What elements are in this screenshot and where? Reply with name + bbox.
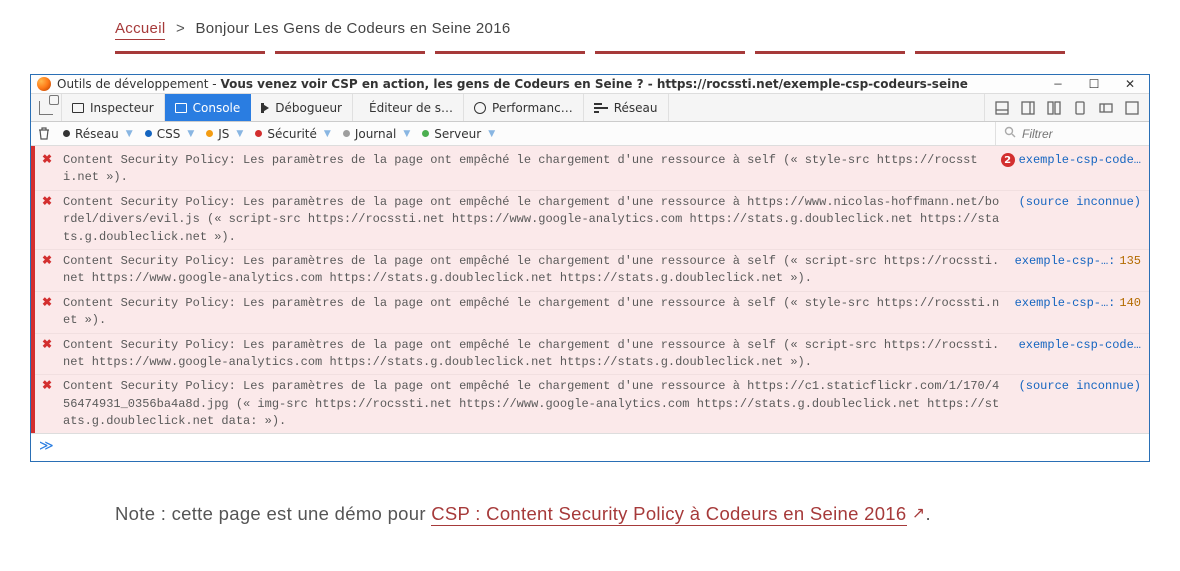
console-filter-bar: Réseau▼ CSS▼ JS▼ Sécurité▼ Journal▼ Serv… — [31, 122, 1149, 146]
devtools-window: Outils de développement - Vous venez voi… — [30, 74, 1150, 462]
chevron-down-icon: ▼ — [403, 129, 410, 139]
breadcrumb-separator-icon: > — [176, 20, 185, 37]
element-picker-button[interactable] — [31, 94, 62, 121]
dock-bottom-button[interactable] — [989, 96, 1015, 120]
line-number: 140 — [1119, 296, 1141, 310]
console-error-row: ✖ Content Security Policy: Les paramètres… — [35, 374, 1149, 433]
tab-console[interactable]: Console — [165, 94, 252, 121]
line-number: 135 — [1119, 254, 1141, 268]
console-icon — [175, 103, 187, 113]
note-link[interactable]: CSP : Content Security Policy à Codeurs … — [431, 503, 906, 526]
log-source-link[interactable]: (source inconnue) — [1019, 378, 1141, 393]
tab-underline[interactable] — [915, 51, 1065, 54]
console-error-row: ✖ Content Security Policy: Les paramètres… — [35, 333, 1149, 375]
window-title: Outils de développement - Vous venez voi… — [57, 77, 1045, 91]
devtools-toolbar: Inspecteur Console Débogueur Éditeur de … — [31, 94, 1149, 122]
frames-button[interactable] — [1093, 96, 1119, 120]
inspector-icon — [72, 103, 84, 113]
tab-style-editor[interactable]: Éditeur de s… — [353, 94, 464, 121]
filter-css[interactable]: CSS▼ — [139, 122, 201, 145]
filter-serveur[interactable]: Serveur▼ — [416, 122, 501, 145]
console-prompt[interactable]: ≫ — [31, 433, 1149, 461]
console-error-row: ✖ Content Security Policy: Les paramètres… — [35, 190, 1149, 249]
tab-underline[interactable] — [275, 51, 425, 54]
tab-performance[interactable]: Performanc… — [464, 94, 584, 121]
tab-debugger[interactable]: Débogueur — [251, 94, 353, 121]
dot-icon — [343, 130, 350, 137]
console-error-row: ✖ Content Security Policy: Les paramètres… — [35, 146, 1149, 190]
dock-side-button[interactable] — [1015, 96, 1041, 120]
filter-js[interactable]: JS▼ — [200, 122, 249, 145]
responsive-mode-button[interactable] — [1067, 96, 1093, 120]
filter-reseau[interactable]: Réseau▼ — [57, 122, 139, 145]
filter-input[interactable] — [1022, 127, 1122, 141]
error-x-icon: ✖ — [39, 295, 55, 310]
network-icon — [594, 103, 608, 113]
settings-button[interactable] — [1119, 96, 1145, 120]
page-tabs-strip — [115, 51, 1065, 54]
dot-icon — [145, 130, 152, 137]
firefox-icon — [37, 77, 51, 91]
error-x-icon: ✖ — [39, 378, 55, 393]
external-link-icon: ↗ — [912, 499, 925, 529]
page-note: Note : cette page est une démo pour CSP … — [115, 496, 1065, 531]
log-source-link[interactable]: (source inconnue) — [1019, 194, 1141, 209]
console-error-row: ✖ Content Security Policy: Les paramètres… — [35, 291, 1149, 333]
tab-inspector[interactable]: Inspecteur — [62, 94, 165, 121]
count-badge: 2 — [1001, 153, 1015, 167]
chevron-down-icon: ▼ — [488, 129, 495, 139]
minimize-button[interactable]: — — [1051, 77, 1065, 91]
close-button[interactable]: ✕ — [1123, 77, 1137, 91]
error-x-icon: ✖ — [39, 337, 55, 352]
chevron-down-icon: ▼ — [324, 129, 331, 139]
performance-icon — [474, 102, 486, 114]
tab-underline[interactable] — [595, 51, 745, 54]
tab-network[interactable]: Réseau — [584, 94, 669, 121]
log-message: Content Security Policy: Les paramètres … — [63, 378, 1011, 430]
maximize-button[interactable]: ☐ — [1087, 77, 1101, 91]
log-message: Content Security Policy: Les paramètres … — [63, 253, 1007, 288]
debugger-icon — [261, 103, 269, 113]
console-error-row: ✖ Content Security Policy: Les paramètres… — [35, 249, 1149, 291]
log-message: Content Security Policy: Les paramètres … — [63, 337, 1011, 372]
error-x-icon: ✖ — [39, 152, 55, 167]
breadcrumb-current: Bonjour Les Gens de Codeurs en Seine 201… — [195, 20, 510, 37]
tab-underline[interactable] — [115, 51, 265, 54]
chevron-down-icon: ▼ — [236, 129, 243, 139]
dot-icon — [63, 130, 70, 137]
filter-search-wrap — [995, 122, 1145, 145]
clear-console-button[interactable] — [35, 125, 53, 143]
log-source-link[interactable]: 2exemple-csp-code… — [1001, 152, 1141, 167]
search-icon — [1004, 126, 1016, 141]
filter-journal[interactable]: Journal▼ — [337, 122, 416, 145]
log-source-link[interactable]: exemple-csp-code… — [1019, 337, 1141, 352]
tab-underline[interactable] — [435, 51, 585, 54]
tab-underline[interactable] — [755, 51, 905, 54]
dot-icon — [206, 130, 213, 137]
log-message: Content Security Policy: Les paramètres … — [63, 152, 993, 187]
split-button[interactable] — [1041, 96, 1067, 120]
filter-securite[interactable]: Sécurité▼ — [249, 122, 336, 145]
error-x-icon: ✖ — [39, 194, 55, 209]
breadcrumb-home-link[interactable]: Accueil — [115, 20, 165, 40]
picker-icon — [39, 101, 53, 115]
breadcrumb: Accueil > Bonjour Les Gens de Codeurs en… — [115, 20, 1180, 37]
error-x-icon: ✖ — [39, 253, 55, 268]
console-output: ✖ Content Security Policy: Les paramètres… — [31, 146, 1149, 433]
dot-icon — [255, 130, 262, 137]
devtools-titlebar[interactable]: Outils de développement - Vous venez voi… — [31, 75, 1149, 94]
chevron-down-icon: ▼ — [126, 129, 133, 139]
chevron-down-icon: ▼ — [187, 129, 194, 139]
log-source-link[interactable]: exemple-csp-…:140 — [1015, 295, 1141, 310]
log-message: Content Security Policy: Les paramètres … — [63, 295, 1007, 330]
log-source-link[interactable]: exemple-csp-…:135 — [1015, 253, 1141, 268]
log-message: Content Security Policy: Les paramètres … — [63, 194, 1011, 246]
dot-icon — [422, 130, 429, 137]
